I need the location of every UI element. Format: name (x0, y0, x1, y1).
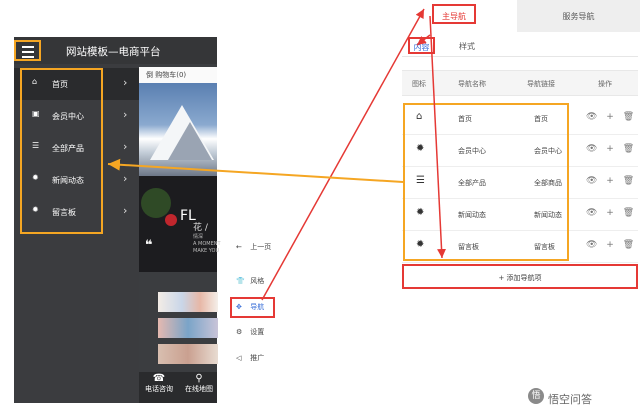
column-header: 导航链接 (527, 80, 555, 88)
banner-subtitle: 花 / (193, 223, 208, 233)
chevron-right-icon: › (123, 76, 128, 89)
banner-copy: 情深 A MOMENT MAKE YOU (193, 234, 221, 255)
shirt-icon: 👕 (236, 277, 245, 285)
cart-link[interactable]: 倒 购物车(0) (139, 67, 217, 83)
phone-call-button[interactable]: ☎ 电话咨询 (145, 373, 173, 394)
toolbar-label: 推广 (250, 354, 265, 362)
add-nav-item-button[interactable]: + 添加导航项 (402, 264, 638, 289)
toolbar-style[interactable]: 👕 风格 (236, 276, 264, 286)
toolbar-settings[interactable]: ⚙ 设置 (236, 327, 264, 337)
product-thumbnail[interactable] (158, 318, 218, 338)
toolbar-label: 导航 (250, 303, 265, 311)
app-title: 网站模板—电商平台 (66, 46, 161, 58)
banner-copy-line: 情深 (193, 234, 204, 240)
row-actions[interactable]: 👁 + 🗑 (586, 208, 637, 218)
watermark-logo: 悟 (528, 388, 544, 404)
row-actions[interactable]: 👁 + 🗑 (586, 112, 637, 122)
row-actions[interactable]: 👁 + 🗑 (586, 240, 637, 250)
leaf-shape (141, 188, 171, 218)
gear-icon: ⚙ (236, 328, 243, 336)
rows-highlight (403, 103, 569, 261)
grid-icon: ✥ (236, 303, 242, 311)
subtab-style[interactable]: 样式 (459, 41, 475, 52)
product-thumbnail[interactable] (158, 292, 218, 312)
subtab-content[interactable]: 内容 (408, 37, 435, 54)
arrow-left-icon: ← (236, 243, 242, 251)
table-header: 图标 导航名称 导航链接 操作 (402, 70, 638, 96)
watermark-text: 悟空问答 (548, 393, 592, 406)
footer-label: 在线地图 (185, 385, 213, 393)
rose-shape (165, 214, 177, 226)
footer-label: 电话咨询 (145, 385, 173, 393)
online-map-button[interactable]: ⚲ 在线地图 (185, 373, 213, 394)
toolbar-navigation[interactable]: ✥ 导航 (236, 302, 264, 312)
speaker-icon: ◁ (236, 354, 242, 362)
toolbar-label: 设置 (250, 328, 265, 336)
banner-copy-line: MAKE YOU (193, 248, 220, 254)
arrow-toolbar-to-tab (261, 8, 425, 301)
column-header: 导航名称 (458, 80, 486, 88)
toolbar-prev-page[interactable]: ← 上一页 (236, 242, 271, 252)
toolbar-promote[interactable]: ◁ 推广 (236, 353, 264, 363)
column-header: 操作 (598, 80, 612, 88)
tab-divider (402, 56, 638, 57)
chevron-right-icon: › (123, 172, 128, 185)
tab-main-navigation[interactable]: 主导航 (432, 4, 476, 24)
row-actions[interactable]: 👁 + 🗑 (586, 176, 637, 186)
mountain-shadow-shape (168, 122, 212, 160)
row-actions[interactable]: 👁 + 🗑 (586, 144, 637, 154)
quote-icon: ❝ (145, 238, 153, 253)
tab-service-navigation[interactable]: 服务导航 (517, 0, 640, 32)
toolbar-label: 上一页 (250, 243, 272, 251)
chevron-right-icon: › (123, 108, 128, 121)
column-header: 图标 (412, 80, 426, 88)
chevron-right-icon: › (123, 204, 128, 217)
nav-items-highlight (20, 68, 103, 234)
phone-icon: ☎ (152, 373, 166, 384)
toolbar-label: 风格 (250, 277, 265, 285)
banner-copy-line: A MOMENT (193, 241, 221, 247)
product-thumbnail[interactable] (158, 344, 218, 364)
map-pin-icon: ⚲ (195, 373, 203, 384)
chevron-right-icon: › (123, 140, 128, 153)
menu-toggle-button[interactable] (14, 40, 41, 61)
